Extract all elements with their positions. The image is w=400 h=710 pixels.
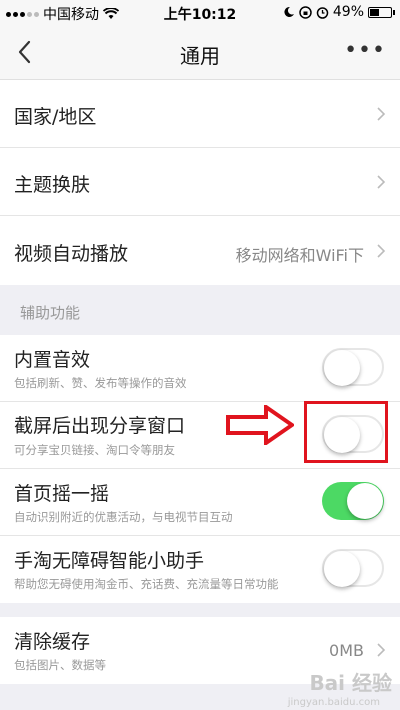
battery-percent: 49%: [332, 4, 364, 20]
nav-bar: 通用 •••: [0, 26, 400, 80]
toggle-row-description: 自动识别附近的优惠活动，与电视节目互动: [14, 510, 233, 524]
sound-effects-toggle[interactable]: [322, 348, 384, 386]
toggle-knob: [324, 551, 360, 587]
settings-row-label: 视频自动播放: [14, 243, 129, 265]
toggle-row-label: 手淘无障碍智能小助手: [14, 550, 205, 572]
battery-fill: [370, 8, 380, 16]
red-arrow-icon: [226, 405, 294, 445]
chevron-right-icon: [377, 175, 386, 189]
more-icon[interactable]: •••: [344, 38, 386, 63]
assistant-toggle[interactable]: [322, 549, 384, 587]
toggle-row-label: 首页摇一摇: [14, 483, 110, 505]
section-header-label: 辅助功能: [20, 304, 81, 322]
toggle-row-sound-effects: 内置音效 包括刷新、赞、发布等操作的音效: [0, 335, 400, 402]
battery-icon: [368, 6, 395, 18]
toggle-row-label: 内置音效: [14, 349, 91, 371]
moon-icon: [284, 6, 294, 17]
toggle-knob: [347, 483, 383, 519]
section-header-accessibility: 辅助功能: [0, 285, 400, 335]
general-settings-group: 国家/地区 主题换肤 视频自动播放 移动网络和WiFi下: [0, 80, 400, 285]
settings-row-label: 主题换肤: [14, 174, 91, 196]
settings-row-video-autoplay[interactable]: 视频自动播放 移动网络和WiFi下: [0, 216, 400, 285]
toggle-row-shake: 首页摇一摇 自动识别附近的优惠活动，与电视节目互动: [0, 469, 400, 536]
video-autoplay-value: 移动网络和WiFi下: [235, 246, 364, 265]
toggle-row-description: 帮助您无碍使用淘金币、充话费、充流量等日常功能: [14, 577, 279, 591]
cache-size-value: 0MB: [329, 641, 364, 660]
page-title: 通用: [180, 44, 220, 68]
highlight-box: [304, 401, 388, 463]
chevron-right-icon: [377, 107, 386, 121]
watermark-logo: Bai 经验: [309, 671, 392, 695]
chevron-right-icon: [377, 643, 386, 657]
lock-rotation-icon: [299, 5, 312, 19]
shake-toggle[interactable]: [322, 482, 384, 520]
status-bar: 中国移动 上午10:12 49%: [0, 0, 400, 26]
watermark-url: jingyan.baidu.com: [287, 697, 380, 708]
toggle-row-label: 截屏后出现分享窗口: [14, 415, 186, 437]
settings-row-theme[interactable]: 主题换肤: [0, 148, 400, 216]
clear-cache-label: 清除缓存: [14, 631, 91, 653]
settings-row-label: 国家/地区: [14, 106, 97, 128]
alarm-icon: [316, 6, 329, 19]
chevron-right-icon: [377, 244, 386, 258]
toggle-row-description: 可分享宝贝链接、淘口令等朋友: [14, 443, 175, 457]
toggle-knob: [324, 350, 360, 386]
toggle-row-assistant: 手淘无障碍智能小助手 帮助您无碍使用淘金币、充话费、充流量等日常功能: [0, 536, 400, 603]
accessibility-group: 内置音效 包括刷新、赞、发布等操作的音效 截屏后出现分享窗口 可分享宝贝链接、淘…: [0, 335, 400, 603]
clear-cache-description: 包括图片、数据等: [14, 658, 106, 672]
toggle-row-description: 包括刷新、赞、发布等操作的音效: [14, 376, 187, 390]
settings-row-region[interactable]: 国家/地区: [0, 80, 400, 148]
